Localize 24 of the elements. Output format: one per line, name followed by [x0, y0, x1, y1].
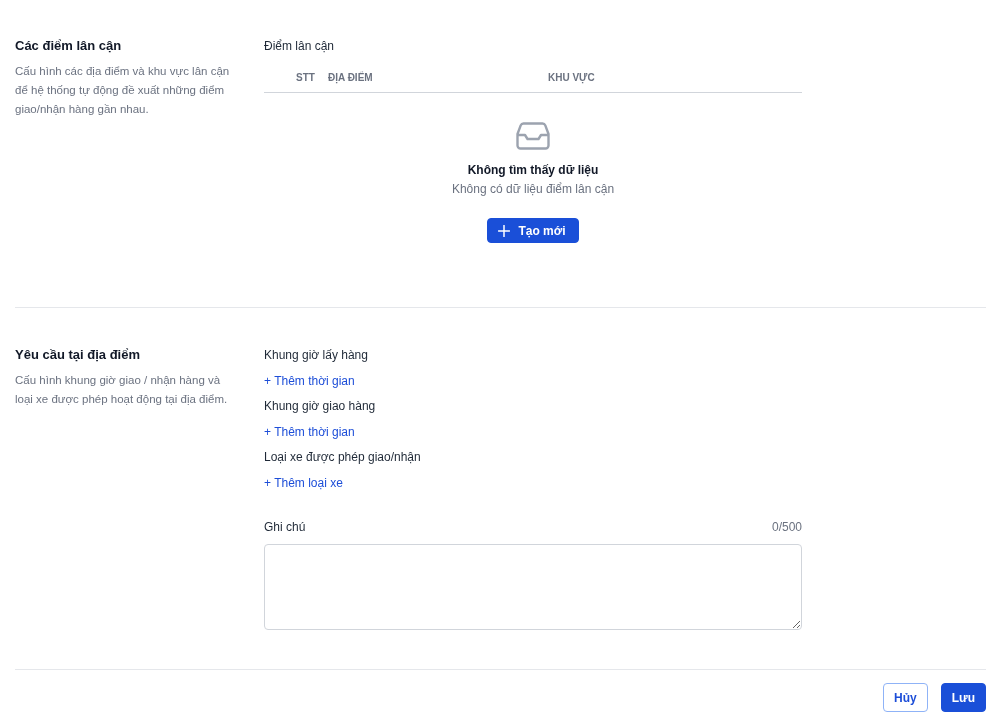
- section-description: Cấu hình khung giờ giao / nhận hàng và loại xe được phép hoạt động tại địa điểm.: [15, 373, 229, 407]
- column-header: KHU VỰC: [548, 72, 595, 83]
- section-description: Cấu hình các địa điểm và khu vực lân cận để hệ thống tự động đề xuất những điểm giao/nhận hàng gần nhau.: [15, 64, 231, 117]
- column-header: STT: [296, 72, 315, 83]
- create-button[interactable]: Tạo mới: [487, 218, 579, 243]
- plus-icon: [498, 224, 511, 237]
- section-title: Các điểm lân cận: [15, 37, 123, 55]
- character-counter: 0/500: [771, 519, 802, 536]
- add-link[interactable]: + Thêm loại xe: [264, 472, 343, 493]
- empty-state-message: Không có dữ liệu điểm lân cận: [451, 181, 615, 198]
- section-title: Yêu cầu tại địa điểm: [15, 346, 141, 364]
- empty-state-title: Không tìm thấy dữ liệu: [467, 162, 599, 179]
- save-button[interactable]: Lưu: [940, 683, 986, 712]
- column-header: ĐỊA ĐIỂM: [328, 72, 373, 83]
- table-label: Điểm lân cận: [264, 38, 336, 55]
- group-label: Khung giờ lấy hàng: [264, 347, 368, 364]
- group-label: Khung giờ giao hàng: [264, 398, 376, 415]
- add-link[interactable]: + Thêm thời gian: [264, 370, 355, 391]
- cancel-button[interactable]: Hủy: [882, 683, 928, 712]
- inbox-icon: [516, 122, 550, 150]
- note-field[interactable]: [264, 544, 802, 630]
- add-link[interactable]: + Thêm thời gian: [264, 421, 355, 442]
- group-label: Loại xe được phép giao/nhận: [264, 449, 421, 466]
- note-label: Ghi chú: [264, 519, 306, 536]
